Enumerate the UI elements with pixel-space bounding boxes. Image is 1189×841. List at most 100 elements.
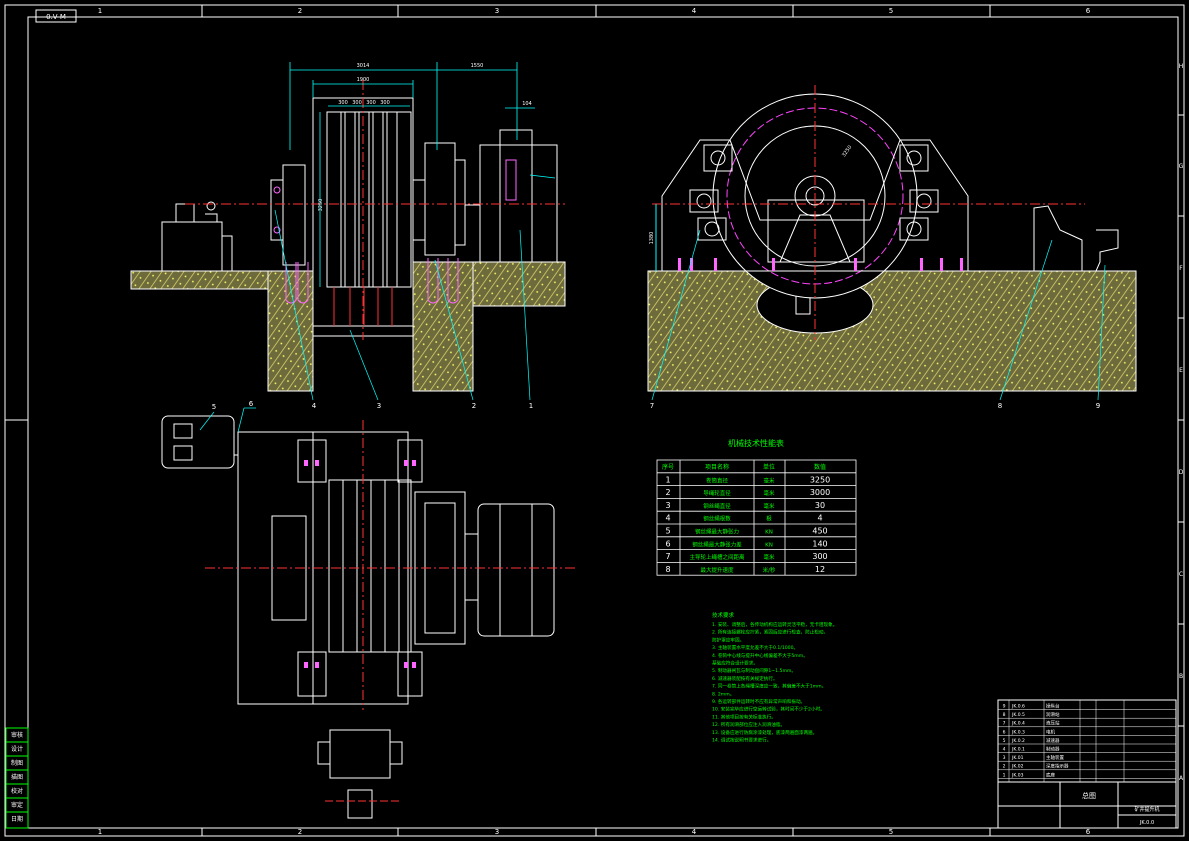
table-header: 单位	[763, 463, 775, 471]
note-line: 1. 安装、调整后，各传动机构应运转灵活平稳，无卡阻现象。	[712, 621, 837, 628]
table-cell: 4	[817, 514, 822, 523]
table-cell: 6	[665, 539, 670, 548]
part-code: JK.0.4	[1011, 721, 1025, 727]
part-no: 7	[1003, 721, 1006, 727]
table-cell: 毫米	[763, 502, 775, 510]
table-cell: 30	[815, 501, 825, 510]
control-box	[161, 415, 235, 469]
drawing-number: JK.0.0	[1139, 820, 1154, 826]
part-no: 3	[1003, 755, 1006, 761]
table-cell: 毫米	[763, 553, 775, 561]
note-line: 5. 制动器闸瓦与制动盘间隙1~1.5mm。	[712, 667, 796, 674]
table-cell: KN	[765, 542, 773, 548]
table-header: 序号	[662, 463, 674, 471]
col-label: 2	[298, 7, 302, 15]
row-label: C	[1179, 571, 1183, 578]
corner-title: 0.V M	[35, 9, 77, 23]
part-name: 底座	[1046, 771, 1055, 778]
table-cell: 最大提升速度	[700, 566, 734, 574]
table-cell: 钢丝绳根数	[703, 515, 731, 523]
stamp-label: 设计	[11, 745, 23, 753]
row-label: H	[1179, 63, 1184, 70]
part-code: JK.0.6	[1011, 704, 1025, 710]
stamp-label: 描图	[11, 773, 23, 781]
table-cell: 毫米	[763, 476, 775, 484]
title-block: 9 JK.0.6 操纵台 8 JK.0.5 润滑站 7 JK.0.4 液压站 6 JK.0.3 电机 5…	[997, 699, 1177, 829]
dim-overall: 3014	[357, 63, 370, 69]
dim-shaft: 104	[522, 101, 532, 107]
table-cell: 450	[812, 527, 827, 536]
bearing-left	[282, 164, 306, 266]
row-label: D	[1179, 469, 1184, 476]
operator-console	[1033, 205, 1083, 272]
foundation-motor	[472, 261, 566, 307]
col-label: 4	[692, 7, 697, 15]
part-name: 主轴装置	[1046, 754, 1064, 761]
table-cell: 3000	[810, 488, 830, 497]
note-line: 防护罩应牢固。	[712, 636, 744, 643]
table-cell: 5	[665, 527, 670, 536]
row-labels: H G F E D C B A	[1179, 63, 1184, 782]
part-name: 减速器	[1046, 737, 1060, 744]
col-label: 3	[495, 7, 499, 15]
note-line: 11. 其他项目按有关标准执行。	[712, 713, 776, 720]
stamp-label: 审核	[11, 731, 23, 739]
callout-3: 3	[377, 402, 381, 410]
dim-seg: 300	[380, 100, 390, 106]
company-name: 矿井提升机	[1134, 806, 1159, 813]
table-header: 数值	[814, 463, 826, 471]
table-cell: 2	[665, 488, 670, 497]
hydraulic-tank	[161, 221, 223, 272]
table-cell: 米/秒	[763, 566, 776, 574]
note-line: 4. 卷筒中心线与提升中心线偏差不大于5mm。	[712, 652, 808, 659]
part-no: 9	[1003, 704, 1006, 710]
callout-4: 4	[312, 402, 317, 410]
table-cell: 3250	[810, 475, 830, 484]
note-line: 6. 减速器装配按有关规定执行。	[712, 675, 778, 682]
dim-seg: 300	[366, 100, 376, 106]
cad-drawing: 1 2 3 4 5 6 1 2 3 4 5 6 H G F E D C B A …	[4, 4, 1185, 837]
callout-2: 2	[472, 402, 476, 410]
col-label: 2	[298, 828, 302, 836]
col-label: 4	[692, 828, 697, 836]
part-code: JK.02	[1011, 764, 1024, 770]
callout-5: 5	[212, 403, 216, 411]
table-cell: 300	[812, 552, 827, 561]
operator-seat	[1095, 229, 1119, 272]
col-label: 6	[1086, 828, 1091, 836]
callout-1: 1	[529, 402, 533, 410]
dim-drum-dia: 3250	[318, 199, 324, 212]
part-name: 电机	[1046, 728, 1055, 735]
part-name: 制动器	[1046, 746, 1060, 753]
note-line: 10. 安装完毕应进行空运转试验，其时间不少于2小时。	[712, 706, 825, 713]
callout-8: 8	[998, 402, 1002, 410]
part-code: JK.03	[1011, 772, 1024, 778]
callout-9: 9	[1096, 402, 1100, 410]
col-label: 1	[98, 7, 102, 15]
part-code: JK.0.5	[1011, 712, 1025, 718]
note-line: 3. 主轴装置水平度允差不大于0.1/1000。	[712, 644, 798, 651]
col-label: 6	[1086, 7, 1091, 15]
row-label: B	[1179, 673, 1183, 680]
callout-7: 7	[650, 402, 654, 410]
table-title: 机械技术性能表	[728, 438, 784, 448]
table-cell: 根	[766, 515, 772, 523]
parameter-table: 机械技术性能表 序号 项目名称 单位 数值1 卷筒直径 毫米 32502 导绳轮直径 毫米 300…	[656, 438, 857, 576]
part-name: 操纵台	[1046, 703, 1060, 710]
table-cell: 卷筒直径	[706, 476, 729, 484]
table-cell: 7	[665, 552, 670, 561]
table-cell: KN	[765, 530, 773, 536]
table-cell: 8	[665, 565, 670, 574]
table-cell: 12	[815, 565, 825, 574]
table-cell: 1	[665, 475, 670, 484]
note-line: 9. 各运转部件运转时不应有异常声响和振动。	[712, 698, 805, 705]
corner-title-text: 0.V M	[46, 13, 66, 21]
stamp-label: 校对	[11, 787, 23, 795]
col-label: 1	[98, 828, 102, 836]
note-line: 基础应符合设计要求。	[712, 660, 758, 667]
note-line: 2. 所有连接螺栓应拧紧，紧固后应进行检查，防止松动。	[712, 629, 828, 636]
part-name: 深度指示器	[1046, 763, 1069, 770]
table-cell: 主导轮上绳槽之间距离	[689, 553, 745, 561]
dim-right: 1550	[471, 63, 484, 69]
col-label: 3	[495, 828, 499, 836]
